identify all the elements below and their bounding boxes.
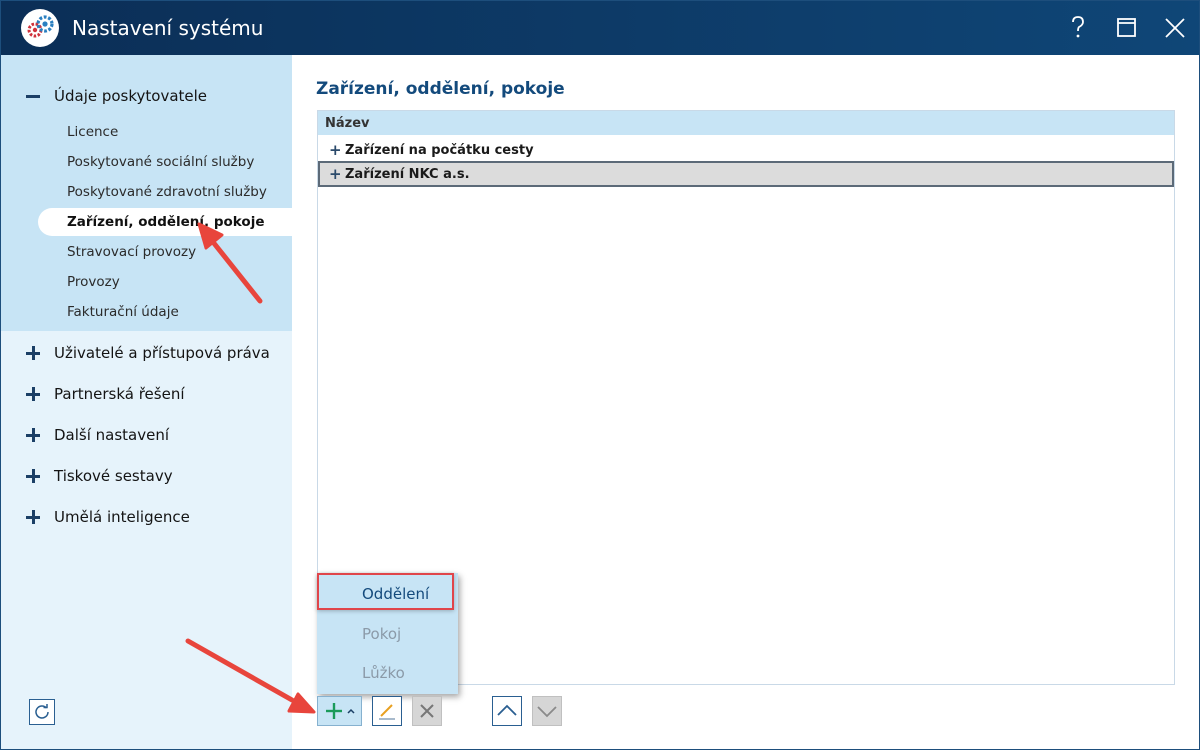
refresh-icon <box>35 704 49 719</box>
column-header-label: Název <box>325 115 370 131</box>
add-button[interactable] <box>317 696 362 726</box>
sidebar-group-label: Údaje poskytovatele <box>54 87 208 105</box>
column-header-nazev[interactable]: Název <box>318 111 1174 135</box>
sidebar-item-label: Provozy <box>67 274 120 290</box>
menu-item-label: Lůžko <box>362 664 405 682</box>
plus-icon <box>26 510 40 524</box>
plus-caret-icon <box>326 703 355 719</box>
menu-item-pokoj: Pokoj <box>317 615 458 653</box>
page-title: Zařízení, oddělení, pokoje <box>316 79 565 99</box>
maximize-icon <box>1117 18 1136 37</box>
sidebar-item-zarizeni-oddeleni-pokoje[interactable]: Zařízení, oddělení, pokoje <box>38 208 292 236</box>
sidebar-group-udaje-poskytovatele[interactable]: Údaje poskytovatele <box>1 76 292 116</box>
close-button[interactable] <box>1160 13 1190 43</box>
question-icon <box>1072 16 1084 38</box>
gears-icon <box>21 9 59 47</box>
plus-icon <box>26 469 40 483</box>
sidebar-item-licence[interactable]: Licence <box>38 118 292 146</box>
sidebar-item-label: Licence <box>67 124 119 140</box>
sidebar-group-label: Tiskové sestavy <box>54 467 173 485</box>
chevron-down-icon <box>537 706 557 718</box>
highlight-box <box>317 573 454 610</box>
delete-button <box>412 696 442 726</box>
sidebar-group-uzivatele[interactable]: Uživatelé a přístupová práva <box>1 333 292 373</box>
sidebar-item-provozy[interactable]: Provozy <box>38 268 292 296</box>
settings-window: Nastavení systému Údaje poskytovatele Li… <box>0 0 1200 750</box>
expand-plus-icon[interactable]: + <box>329 141 343 159</box>
sidebar-group-tiskove-sestavy[interactable]: Tiskové sestavy <box>1 456 292 496</box>
x-icon <box>420 704 434 718</box>
chevron-up-icon <box>497 704 517 716</box>
sidebar-item-label: Poskytované zdravotní služby <box>67 184 267 200</box>
refresh-button[interactable] <box>29 699 55 725</box>
sidebar-group-umela-inteligence[interactable]: Umělá inteligence <box>1 497 292 537</box>
row-label: Zařízení NKC a.s. <box>345 166 470 182</box>
sidebar-item-stravovaci-provozy[interactable]: Stravovací provozy <box>38 238 292 266</box>
expand-plus-icon[interactable]: + <box>329 165 343 183</box>
sidebar-item-fakturacni-udaje[interactable]: Fakturační údaje <box>38 298 292 326</box>
move-up-button[interactable] <box>492 696 522 726</box>
edit-button[interactable] <box>372 696 402 726</box>
window-title: Nastavení systému <box>72 16 264 40</box>
pencil-icon <box>379 704 395 720</box>
sidebar-group-open: Údaje poskytovatele Licence Poskytované … <box>1 55 292 331</box>
sidebar-group-label: Uživatelé a přístupová práva <box>54 344 270 362</box>
sidebar-item-socialni-sluzby[interactable]: Poskytované sociální služby <box>38 148 292 176</box>
menu-item-label: Pokoj <box>362 625 402 643</box>
sidebar-group-label: Umělá inteligence <box>54 508 190 526</box>
sidebar-group-partnerska-reseni[interactable]: Partnerská řešení <box>1 374 292 414</box>
row-label: Zařízení na počátku cesty <box>345 142 534 158</box>
plus-icon <box>26 346 40 360</box>
sidebar-group-dalsi-nastaveni[interactable]: Další nastavení <box>1 415 292 455</box>
sidebar-item-label: Zařízení, oddělení, pokoje <box>67 214 265 230</box>
maximize-button[interactable] <box>1112 13 1142 43</box>
menu-item-luzko: Lůžko <box>317 654 458 692</box>
help-button[interactable] <box>1063 13 1093 43</box>
sidebar-group-label: Další nastavení <box>54 426 170 444</box>
table-row[interactable]: + Zařízení na počátku cesty <box>318 137 1174 163</box>
sidebar-group-label: Partnerská řešení <box>54 385 185 403</box>
minus-icon <box>26 89 40 103</box>
sidebar: Údaje poskytovatele Licence Poskytované … <box>1 55 292 749</box>
sidebar-item-label: Stravovací provozy <box>67 244 197 260</box>
close-icon <box>1165 18 1185 38</box>
sidebar-item-label: Poskytované sociální služby <box>67 154 255 170</box>
table-row-selected[interactable]: + Zařízení NKC a.s. <box>318 161 1174 187</box>
plus-icon <box>26 428 40 442</box>
add-dropdown-menu: Oddělení Pokoj Lůžko <box>317 573 458 694</box>
plus-icon <box>26 387 40 401</box>
sidebar-item-label: Fakturační údaje <box>67 304 179 320</box>
sidebar-item-zdravotni-sluzby[interactable]: Poskytované zdravotní služby <box>38 178 292 206</box>
move-down-button <box>532 696 562 726</box>
title-bar: Nastavení systému <box>1 1 1199 55</box>
